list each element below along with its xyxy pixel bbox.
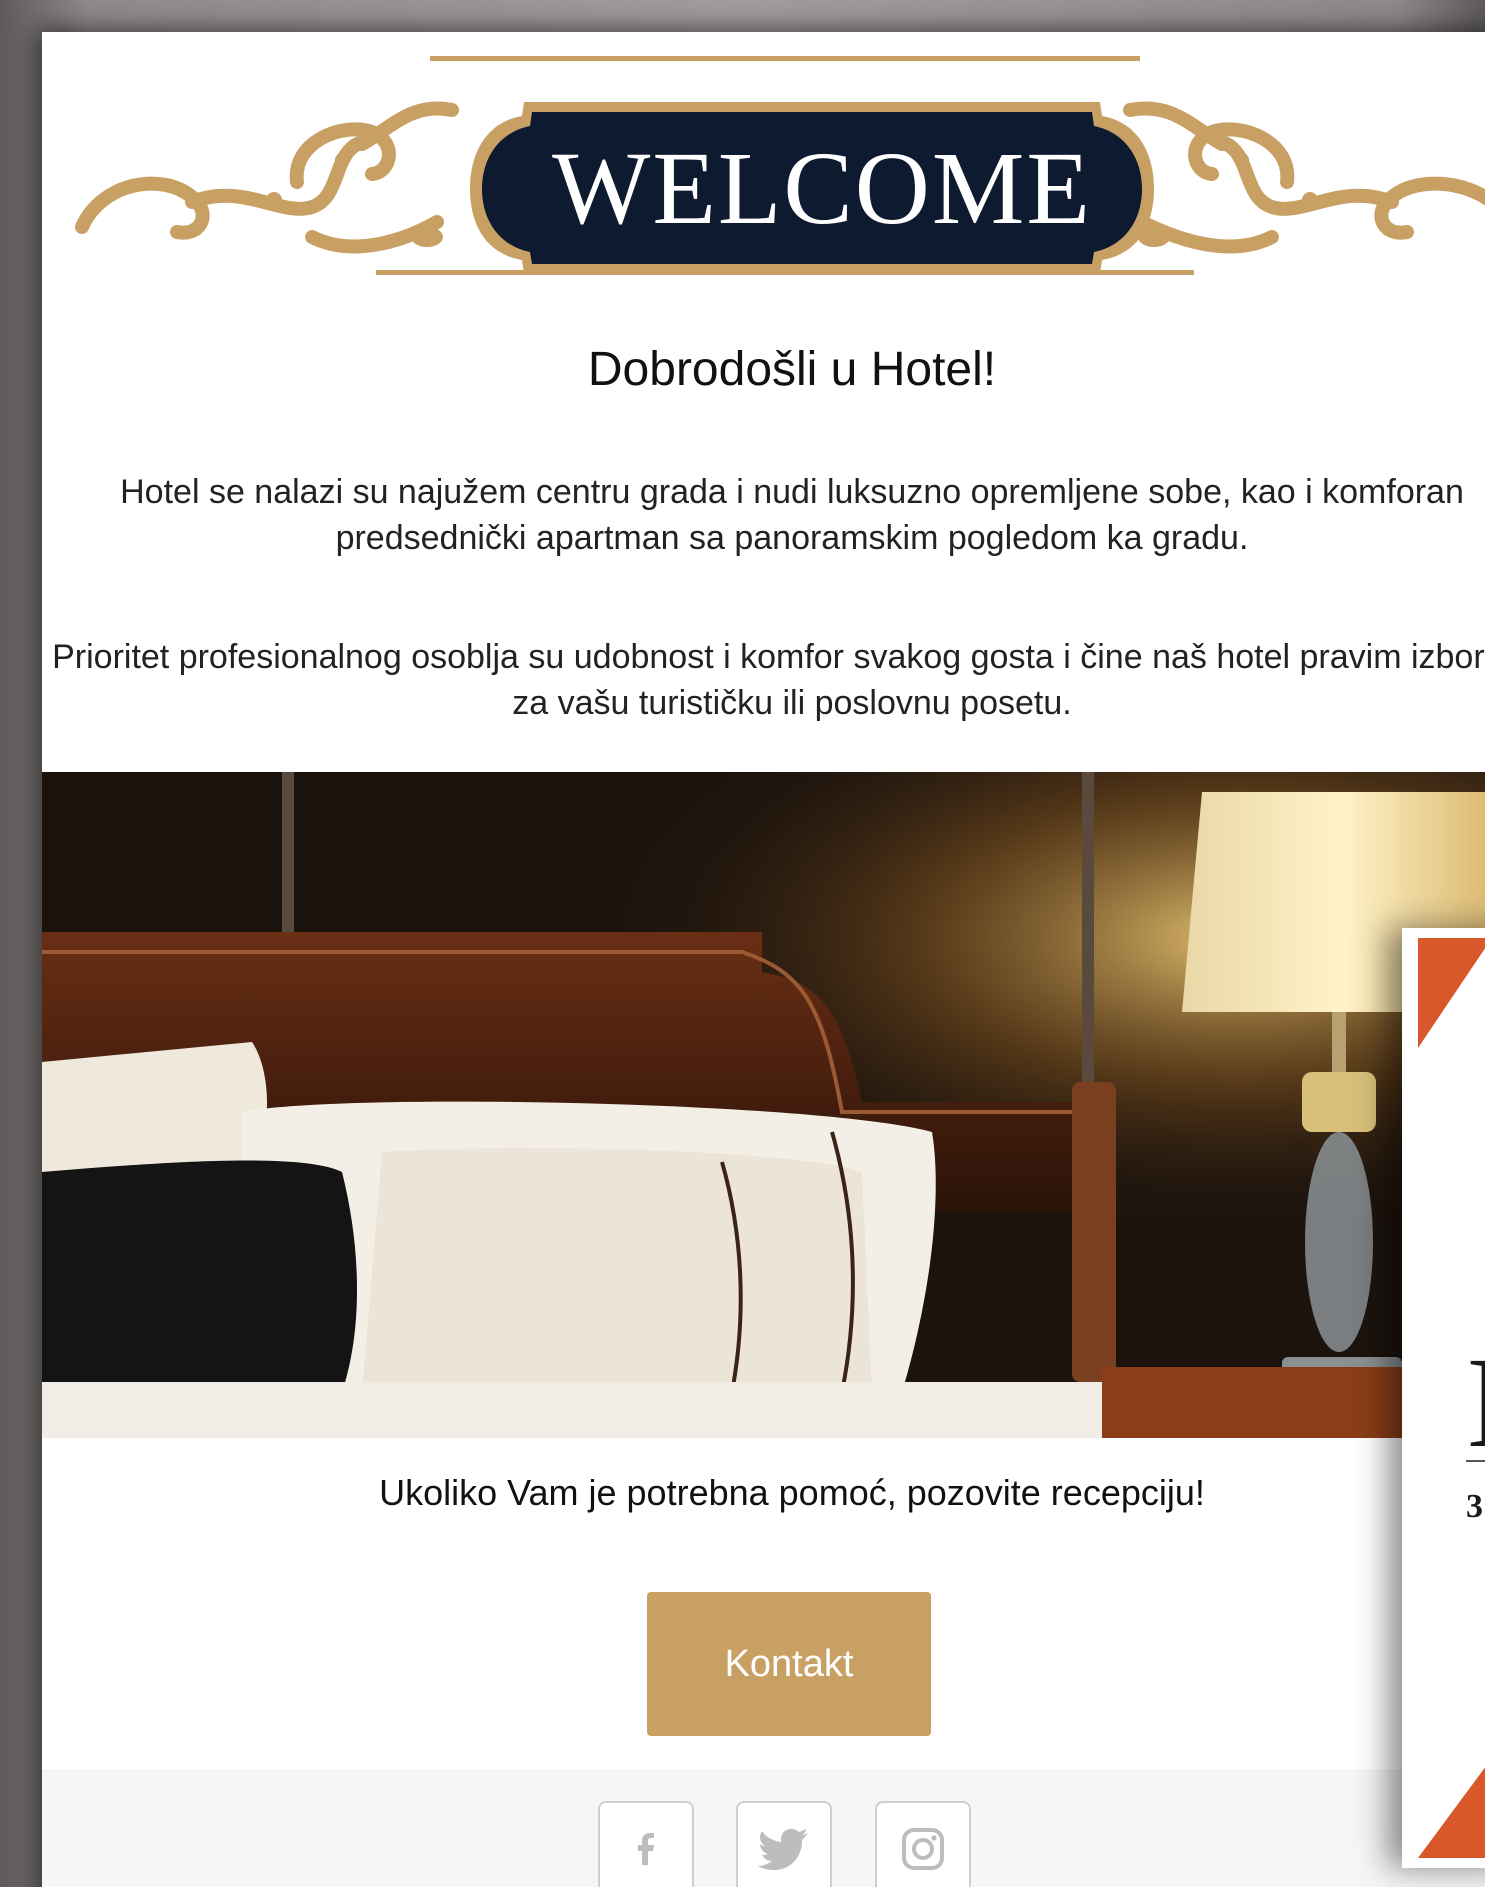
intro-paragraph: Hotel se nalazi su najužem centru grada … xyxy=(120,473,1464,557)
card-divider xyxy=(1466,1460,1485,1462)
bedroom-illustration xyxy=(42,772,1485,1438)
screen: WELCOME Dobrodošli u Hotel! Hotel se nal… xyxy=(0,0,1485,1887)
email-card: WELCOME Dobrodošli u Hotel! Hotel se nal… xyxy=(42,32,1485,1887)
help-text: Ukoliko Vam je potrebna pomoć, pozovite … xyxy=(379,1472,1205,1513)
overlapping-card: I 3 xyxy=(1402,928,1485,1868)
facebook-icon xyxy=(638,1833,654,1865)
card-number: 3 xyxy=(1466,1488,1483,1525)
contact-button[interactable]: Kontakt xyxy=(647,1592,931,1736)
instagram-icon xyxy=(902,1828,944,1870)
twitter-button[interactable] xyxy=(736,1801,832,1887)
welcome-title: WELCOME xyxy=(552,131,1092,246)
instagram-button[interactable] xyxy=(875,1801,971,1887)
facebook-button[interactable] xyxy=(598,1801,694,1887)
welcome-banner: WELCOME xyxy=(42,32,1485,302)
card-letter: I xyxy=(1466,1338,1485,1468)
twitter-icon xyxy=(758,1829,808,1870)
hero-image xyxy=(42,772,1485,1438)
page-headline: Dobrodošli u Hotel! xyxy=(587,343,997,396)
staff-paragraph: Prioritet profesionalnog osoblja su udob… xyxy=(52,638,1485,722)
